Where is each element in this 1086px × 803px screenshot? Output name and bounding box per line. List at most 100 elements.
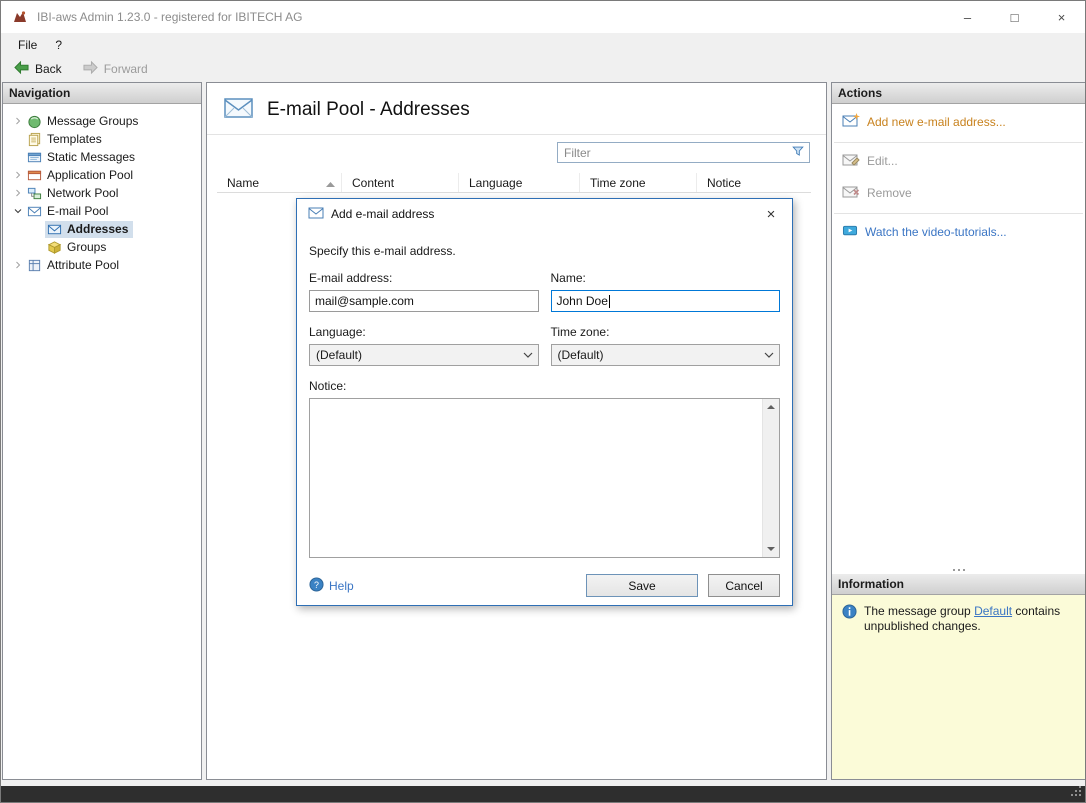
templates-icon bbox=[27, 132, 42, 147]
cancel-button[interactable]: Cancel bbox=[708, 574, 780, 597]
forward-button[interactable]: Forward bbox=[76, 58, 154, 80]
add-email-icon bbox=[842, 113, 860, 131]
email-page-icon bbox=[223, 95, 255, 124]
title-bar: IBI-aws Admin 1.23.0 - registered for IB… bbox=[1, 1, 1085, 33]
column-header-name[interactable]: Name bbox=[217, 173, 342, 192]
menu-bar: File ? bbox=[1, 33, 1085, 56]
edit-label: Edit... bbox=[867, 154, 898, 168]
tree-item-addresses[interactable]: Addresses bbox=[3, 220, 201, 238]
add-email-label: Add new e-mail address... bbox=[867, 115, 1006, 129]
list-column-headers: Name Content Language Time zone Notice bbox=[217, 173, 811, 193]
attribute-pool-icon bbox=[27, 258, 42, 273]
tree-item-label: Groups bbox=[67, 240, 107, 254]
email-address-label: E-mail address: bbox=[309, 271, 393, 285]
maximize-button[interactable]: □ bbox=[991, 1, 1038, 33]
filter-row bbox=[207, 135, 826, 163]
dialog-close-icon[interactable]: × bbox=[758, 201, 784, 227]
actions-body: Add new e-mail address... Edit... Remove bbox=[832, 104, 1085, 566]
info-icon bbox=[842, 604, 857, 622]
video-tutorials-action[interactable]: Watch the video-tutorials... bbox=[832, 214, 1085, 246]
filter-box[interactable] bbox=[557, 142, 810, 163]
save-button[interactable]: Save bbox=[586, 574, 698, 597]
add-email-address-action[interactable]: Add new e-mail address... bbox=[832, 104, 1085, 136]
scroll-down-icon[interactable] bbox=[763, 541, 779, 557]
tree-item-label: Static Messages bbox=[47, 150, 136, 164]
chevron-placeholder bbox=[11, 132, 25, 146]
add-email-address-dialog: Add e-mail address × Specify this e-mail… bbox=[296, 198, 793, 606]
menu-help[interactable]: ? bbox=[46, 35, 71, 55]
chevron-right-icon[interactable] bbox=[11, 114, 25, 128]
minimize-button[interactable]: – bbox=[944, 1, 991, 33]
column-header-content[interactable]: Content bbox=[342, 173, 459, 192]
edit-action[interactable]: Edit... bbox=[832, 143, 1085, 175]
scrollbar[interactable] bbox=[762, 399, 779, 557]
column-label: Name bbox=[227, 175, 260, 190]
tree-item-network-pool[interactable]: Network Pool bbox=[3, 184, 201, 202]
tree-item-application-pool[interactable]: Application Pool bbox=[3, 166, 201, 184]
tree-item-label: Application Pool bbox=[47, 168, 134, 182]
tree-item-message-groups[interactable]: Message Groups bbox=[3, 112, 201, 130]
filter-funnel-icon[interactable] bbox=[791, 144, 805, 161]
dialog-envelope-icon bbox=[308, 206, 324, 222]
video-icon bbox=[842, 223, 858, 241]
language-dropdown[interactable]: (Default) bbox=[309, 344, 539, 366]
video-tutorials-label: Watch the video-tutorials... bbox=[865, 225, 1007, 239]
caption-buttons: – □ × bbox=[944, 1, 1085, 33]
info-text-before: The message group bbox=[864, 604, 975, 618]
tree-item-groups[interactable]: Groups bbox=[3, 238, 201, 256]
chevron-down-icon[interactable] bbox=[11, 204, 25, 218]
nav-toolbar: Back Forward bbox=[1, 56, 1085, 82]
panel-splitter[interactable] bbox=[832, 566, 1085, 574]
dialog-title: Add e-mail address bbox=[331, 207, 435, 221]
chevron-right-icon[interactable] bbox=[11, 186, 25, 200]
information-header: Information bbox=[832, 574, 1085, 595]
back-icon bbox=[13, 60, 30, 78]
help-icon: ? bbox=[309, 576, 324, 595]
chevron-placeholder bbox=[11, 150, 25, 164]
navigation-header: Navigation bbox=[3, 83, 201, 104]
scroll-track[interactable] bbox=[763, 415, 779, 541]
email-pool-icon bbox=[27, 204, 42, 219]
notice-content[interactable] bbox=[310, 399, 762, 557]
column-header-language[interactable]: Language bbox=[459, 173, 580, 192]
column-label: Language bbox=[469, 175, 523, 190]
menu-file[interactable]: File bbox=[9, 35, 46, 55]
app-window: IBI-aws Admin 1.23.0 - registered for IB… bbox=[0, 0, 1086, 803]
resize-grip[interactable] bbox=[1070, 785, 1082, 800]
default-message-group-link[interactable]: Default bbox=[974, 604, 1012, 618]
dialog-title-bar: Add e-mail address × bbox=[297, 199, 792, 229]
close-button[interactable]: × bbox=[1038, 1, 1085, 33]
notice-textarea[interactable] bbox=[309, 398, 780, 558]
back-label: Back bbox=[35, 62, 62, 76]
chevron-down-icon bbox=[518, 352, 538, 358]
scroll-up-icon[interactable] bbox=[763, 399, 779, 415]
email-address-field[interactable] bbox=[309, 290, 539, 312]
chevron-right-icon[interactable] bbox=[11, 258, 25, 272]
tree-item-email-pool[interactable]: E-mail Pool bbox=[3, 202, 201, 220]
dialog-footer: ? Help Save Cancel bbox=[309, 574, 780, 597]
back-button[interactable]: Back bbox=[7, 58, 68, 80]
remove-action[interactable]: Remove bbox=[832, 175, 1085, 207]
language-label: Language: bbox=[309, 325, 366, 339]
filter-input[interactable] bbox=[564, 145, 791, 160]
column-label: Time zone bbox=[590, 175, 646, 190]
name-field[interactable]: John Doe bbox=[550, 290, 780, 312]
help-link[interactable]: ? Help bbox=[309, 576, 354, 595]
message-groups-icon bbox=[27, 114, 42, 129]
tree-item-label: Attribute Pool bbox=[47, 258, 120, 272]
tree-item-attribute-pool[interactable]: Attribute Pool bbox=[3, 256, 201, 274]
tree-item-label: Addresses bbox=[67, 222, 129, 236]
chevron-down-icon bbox=[759, 352, 779, 358]
tree-item-static-messages[interactable]: Static Messages bbox=[3, 148, 201, 166]
forward-icon bbox=[82, 60, 99, 78]
remove-label: Remove bbox=[867, 186, 912, 200]
addresses-icon bbox=[47, 222, 62, 237]
name-label: Name: bbox=[550, 271, 586, 285]
tree-item-templates[interactable]: Templates bbox=[3, 130, 201, 148]
chevron-right-icon[interactable] bbox=[11, 168, 25, 182]
column-header-timezone[interactable]: Time zone bbox=[580, 173, 697, 192]
timezone-dropdown[interactable]: (Default) bbox=[550, 344, 780, 366]
edit-icon bbox=[842, 152, 860, 170]
network-pool-icon bbox=[27, 186, 42, 201]
column-header-notice[interactable]: Notice bbox=[697, 173, 811, 192]
